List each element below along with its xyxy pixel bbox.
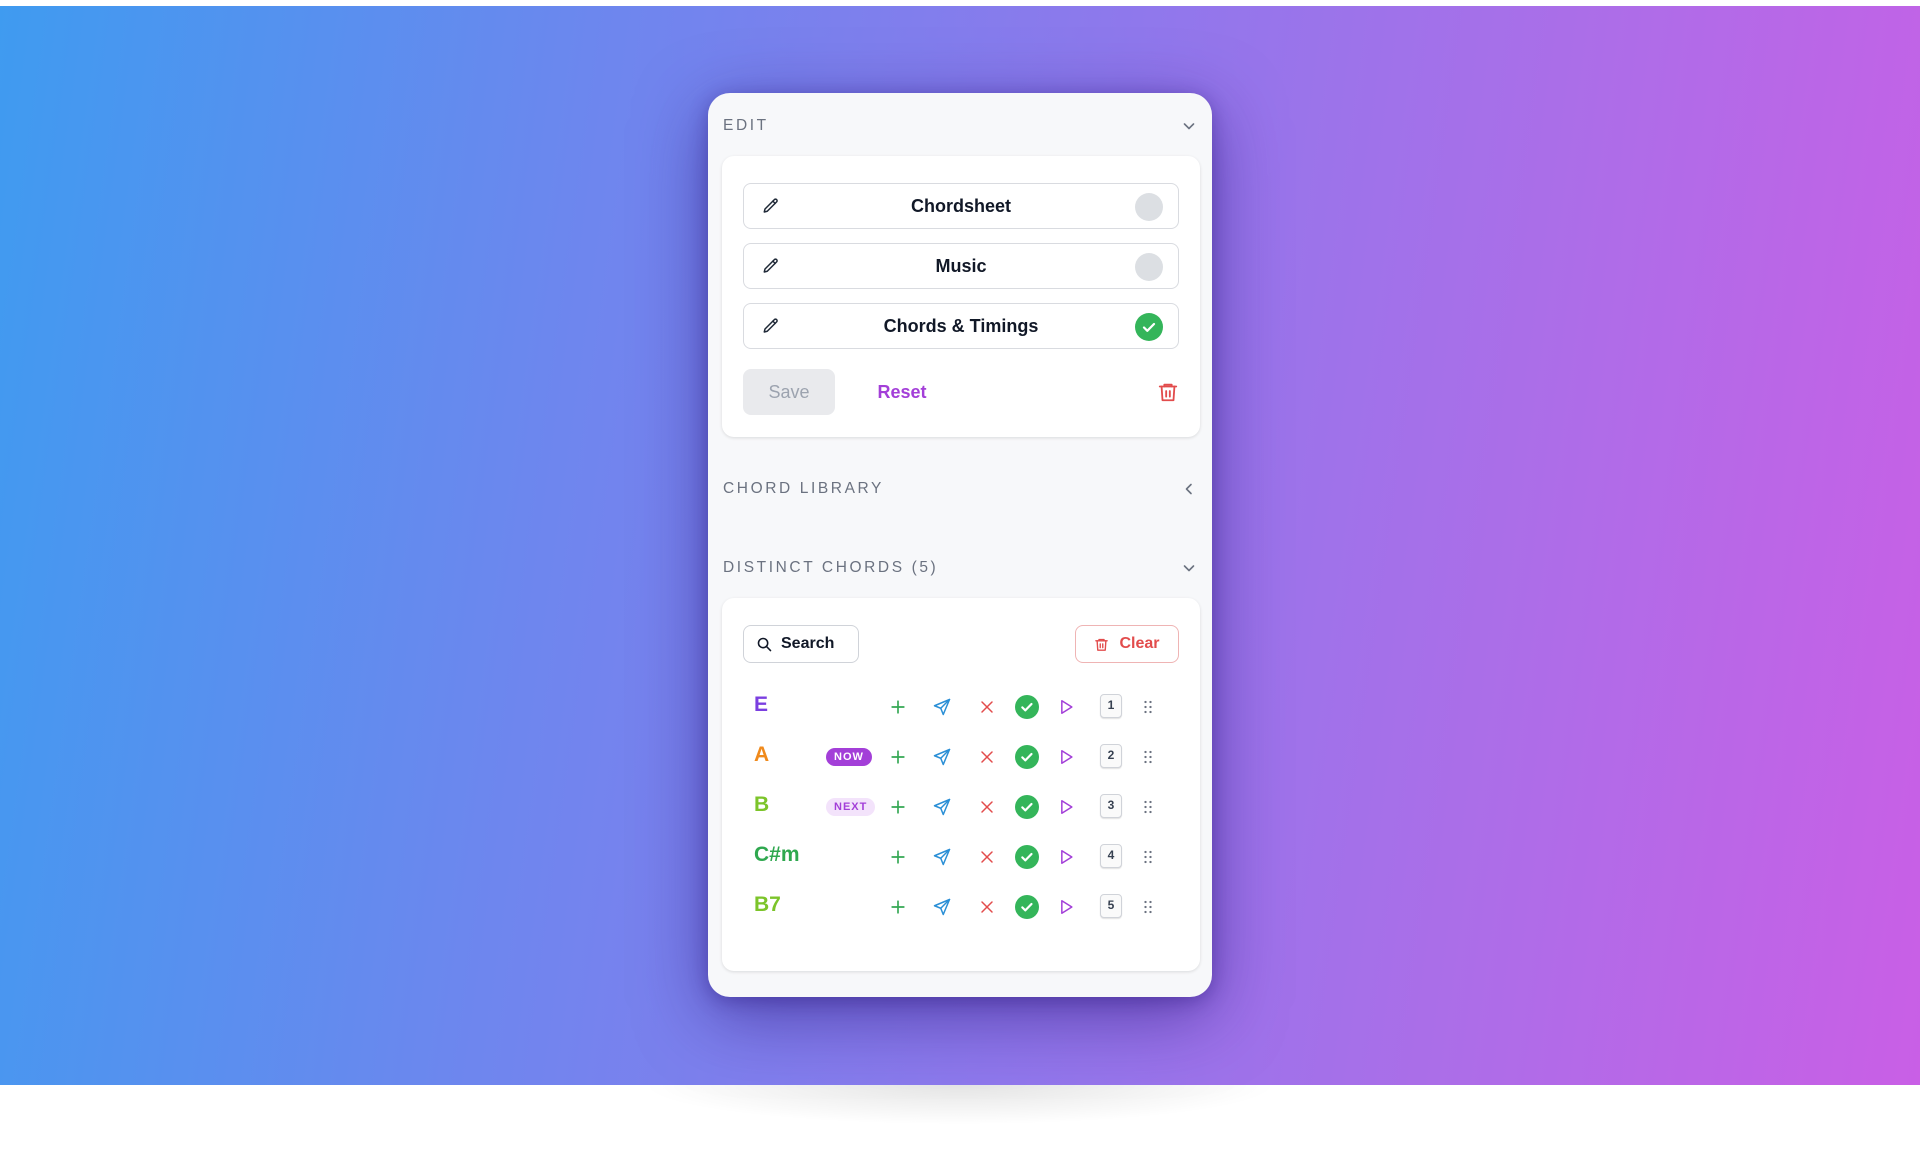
- mode-label: Chords & Timings: [883, 315, 1039, 336]
- order-number[interactable]: 5: [1100, 894, 1122, 918]
- chord-row: C#m 4: [722, 837, 1200, 877]
- pencil-icon: [763, 318, 778, 333]
- drag-handle-icon[interactable]: [1138, 797, 1158, 817]
- save-button[interactable]: Save: [743, 369, 835, 415]
- chord-row: E1: [722, 687, 1200, 727]
- distinct-chords-title: DISTINCT CHORDS (5): [723, 559, 939, 576]
- reset-button[interactable]: Reset: [864, 369, 940, 415]
- editor-panel: EDIT Chordsheet Music Chords & Timings S…: [708, 93, 1212, 997]
- order-number[interactable]: 2: [1100, 744, 1122, 768]
- check-circle-icon[interactable]: [1015, 895, 1039, 919]
- mode-chordsheet[interactable]: Chordsheet: [743, 183, 1179, 229]
- trash-icon[interactable]: [1157, 381, 1179, 403]
- plus-icon[interactable]: [888, 847, 908, 867]
- check-circle-icon[interactable]: [1015, 795, 1039, 819]
- plus-icon[interactable]: [888, 747, 908, 767]
- chord-name[interactable]: B: [754, 793, 769, 817]
- send-icon[interactable]: [932, 697, 952, 717]
- pencil-icon: [763, 258, 778, 273]
- search-icon: [757, 637, 772, 651]
- search-button[interactable]: Search: [743, 625, 859, 663]
- pencil-icon: [763, 198, 778, 213]
- plus-icon[interactable]: [888, 897, 908, 917]
- mode-label: Music: [935, 255, 987, 276]
- drag-handle-icon[interactable]: [1138, 847, 1158, 867]
- chevron-down-icon[interactable]: [1181, 118, 1197, 134]
- edit-card: Chordsheet Music Chords & Timings Save R…: [722, 156, 1200, 437]
- close-icon[interactable]: [977, 797, 997, 817]
- chord-name[interactable]: B7: [754, 893, 781, 917]
- chord-row: B NEXT 3: [722, 787, 1200, 827]
- distinct-chords-card: Search Clear E 1 A NOW 2 B NEXT 3 C#m 4 B7 5: [722, 598, 1200, 971]
- next-badge: NEXT: [826, 798, 876, 816]
- check-circle-icon[interactable]: [1015, 845, 1039, 869]
- order-number[interactable]: 1: [1100, 694, 1122, 718]
- close-icon[interactable]: [977, 747, 997, 767]
- close-icon[interactable]: [977, 847, 997, 867]
- distinct-chords-header[interactable]: DISTINCT CHORDS (5): [723, 553, 1197, 583]
- drop-shadow: [640, 1085, 1280, 1125]
- chord-row: B7 5: [722, 887, 1200, 927]
- play-icon[interactable]: [1056, 847, 1076, 867]
- play-icon[interactable]: [1056, 747, 1076, 767]
- chord-name[interactable]: C#m: [754, 843, 800, 867]
- check-circle-icon[interactable]: [1015, 745, 1039, 769]
- send-icon[interactable]: [932, 797, 952, 817]
- chord-name[interactable]: A: [754, 743, 769, 767]
- order-number[interactable]: 3: [1100, 794, 1122, 818]
- plus-icon[interactable]: [888, 697, 908, 717]
- mode-chords-timings[interactable]: Chords & Timings: [743, 303, 1179, 349]
- search-label: Search: [781, 635, 835, 652]
- check-icon: [1142, 322, 1156, 332]
- play-icon[interactable]: [1056, 797, 1076, 817]
- clear-label: Clear: [1119, 635, 1160, 652]
- chord-row: A NOW 2: [722, 737, 1200, 777]
- clear-button[interactable]: Clear: [1075, 625, 1179, 663]
- send-icon[interactable]: [932, 847, 952, 867]
- edit-section-title: EDIT: [723, 117, 769, 134]
- now-badge: NOW: [826, 748, 872, 766]
- mode-status-indicator[interactable]: [1135, 193, 1163, 221]
- mode-music[interactable]: Music: [743, 243, 1179, 289]
- drag-handle-icon[interactable]: [1138, 897, 1158, 917]
- drag-handle-icon[interactable]: [1138, 747, 1158, 767]
- mode-label: Chordsheet: [910, 195, 1011, 216]
- trash-icon: [1095, 638, 1109, 651]
- check-circle-icon[interactable]: [1015, 695, 1039, 719]
- play-icon[interactable]: [1056, 697, 1076, 717]
- mode-status-indicator[interactable]: [1135, 253, 1163, 281]
- play-icon[interactable]: [1056, 897, 1076, 917]
- edit-section-header[interactable]: EDIT: [723, 111, 1197, 141]
- chord-library-title: CHORD LIBRARY: [723, 480, 884, 497]
- chevron-down-icon[interactable]: [1181, 560, 1197, 576]
- send-icon[interactable]: [932, 897, 952, 917]
- chevron-left-icon[interactable]: [1181, 481, 1197, 497]
- drag-handle-icon[interactable]: [1138, 697, 1158, 717]
- chord-library-header[interactable]: CHORD LIBRARY: [723, 474, 1197, 504]
- mode-status-indicator[interactable]: [1135, 313, 1163, 341]
- close-icon[interactable]: [977, 697, 997, 717]
- plus-icon[interactable]: [888, 797, 908, 817]
- send-icon[interactable]: [932, 747, 952, 767]
- close-icon[interactable]: [977, 897, 997, 917]
- chord-name[interactable]: E: [754, 693, 768, 717]
- order-number[interactable]: 4: [1100, 844, 1122, 868]
